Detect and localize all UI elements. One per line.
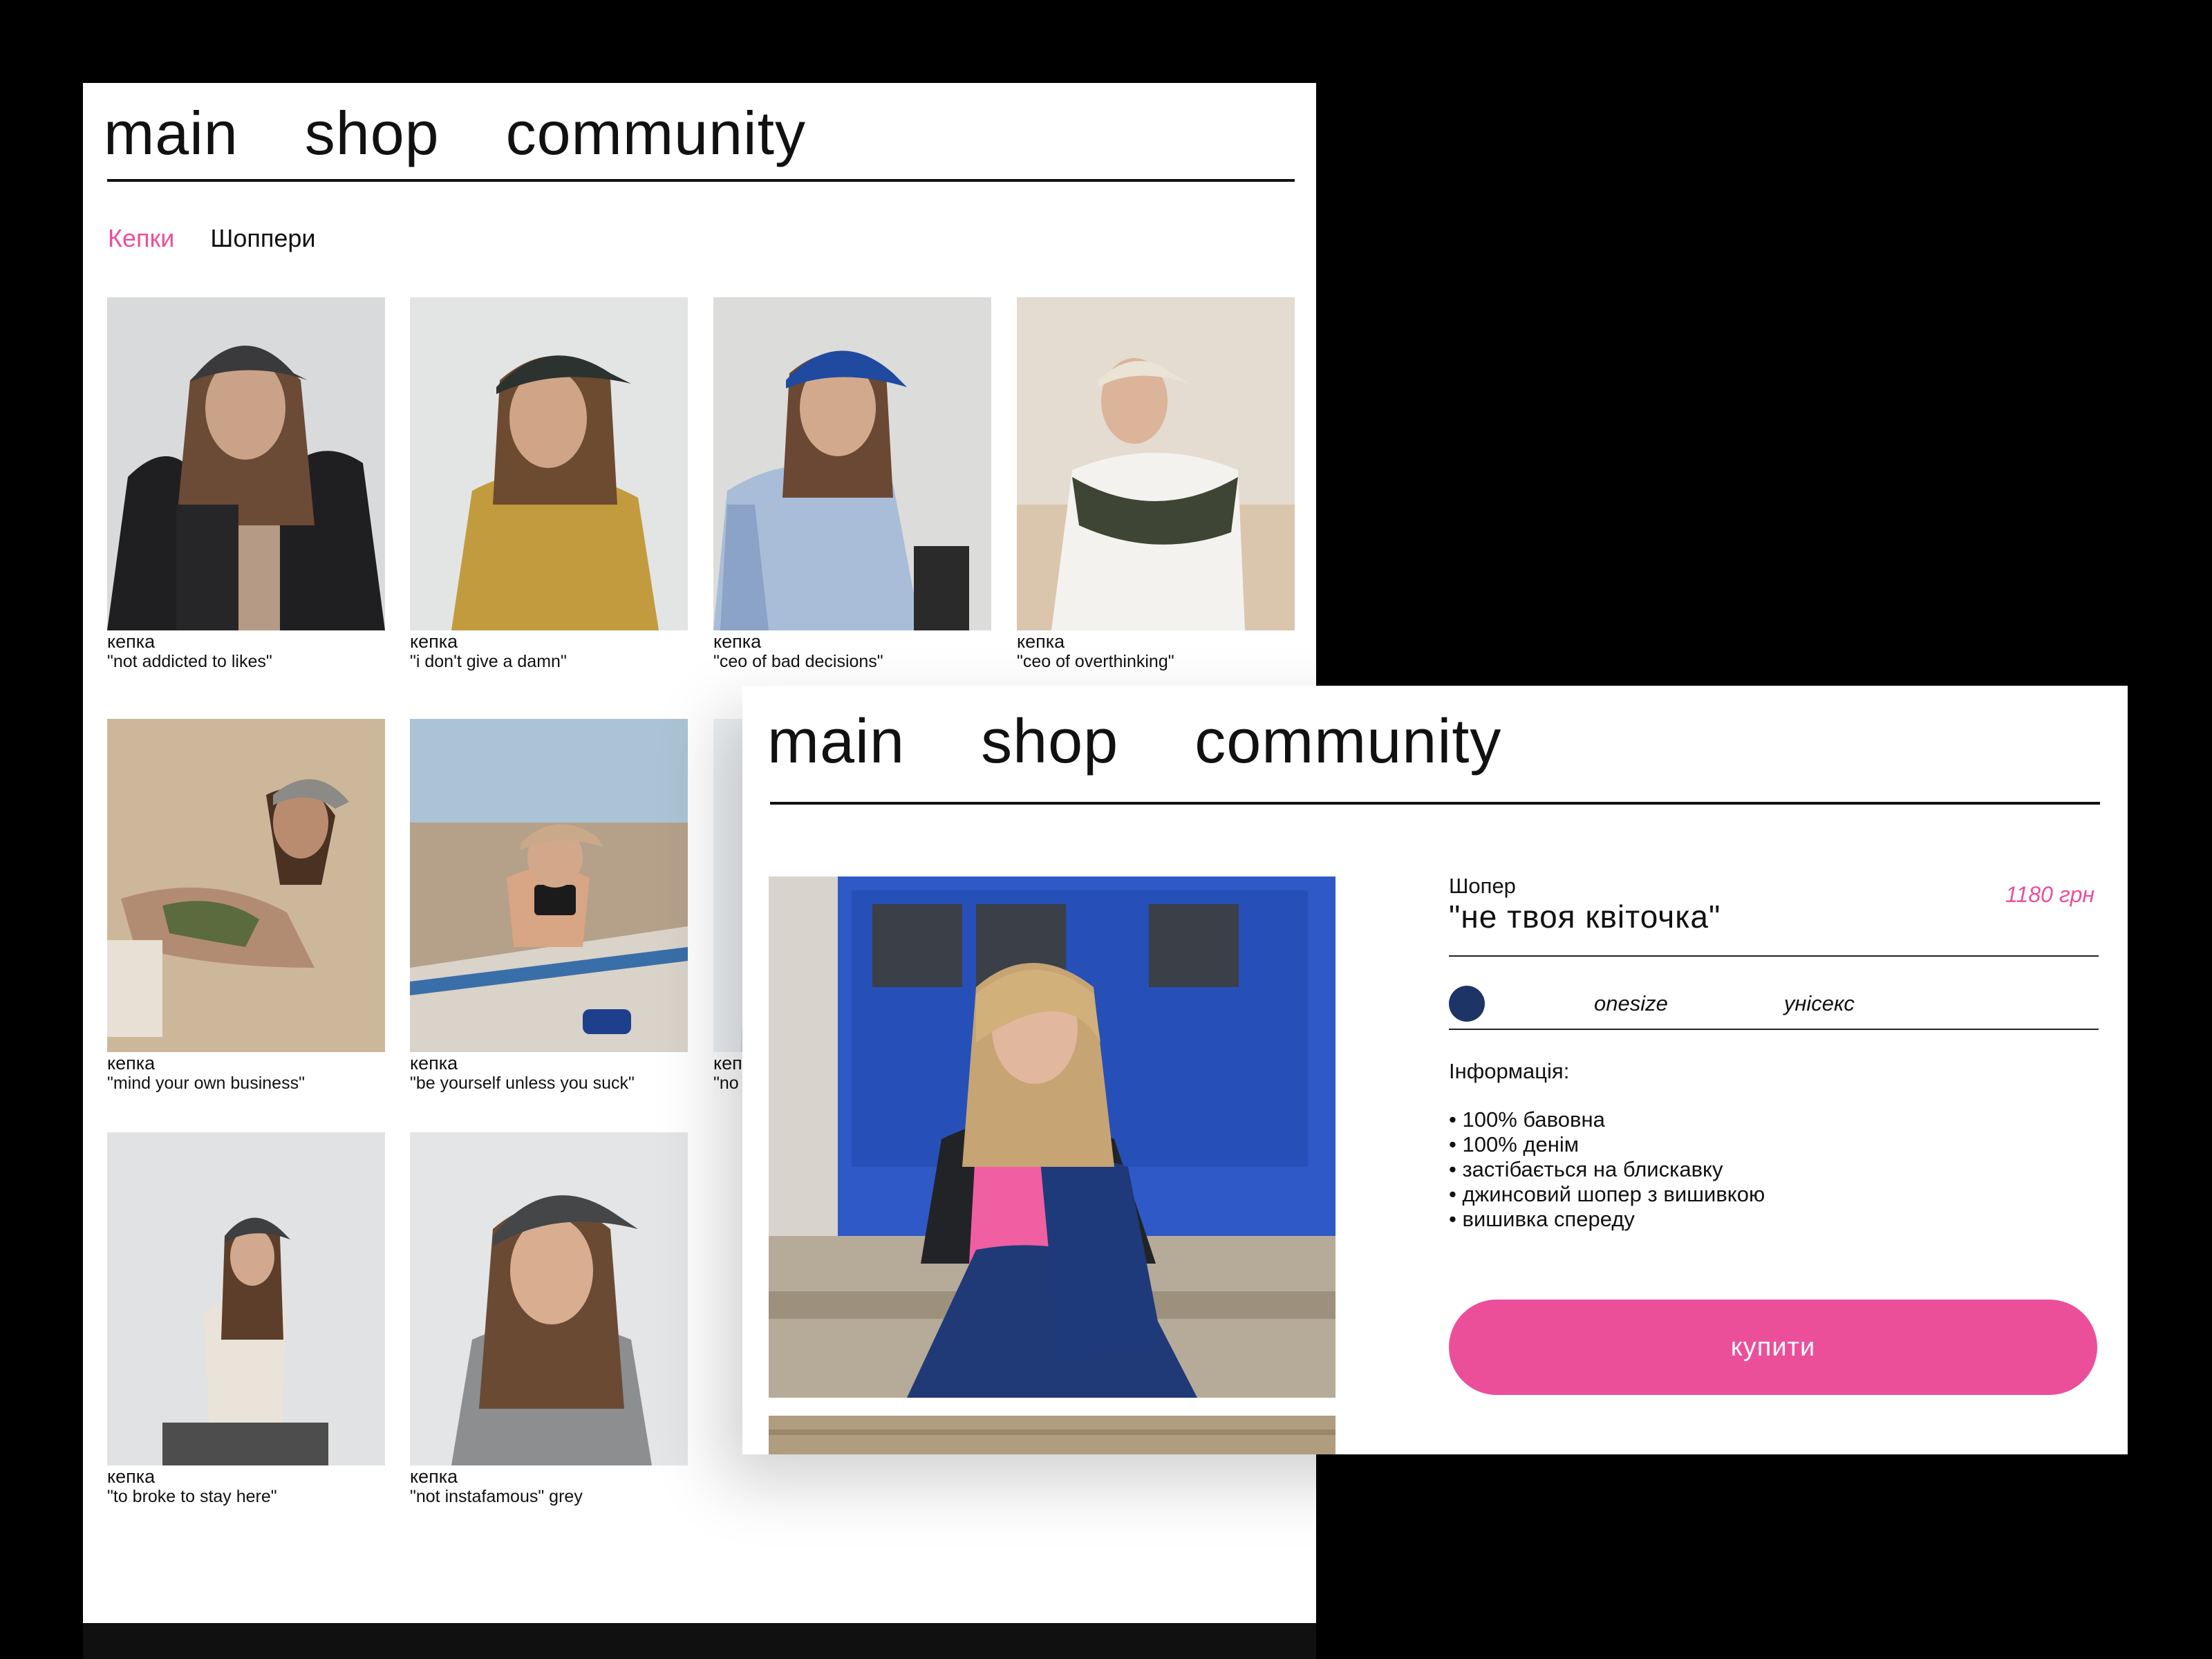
shop-top-nav: main shop community — [104, 98, 872, 188]
product-type: кепка — [107, 631, 156, 652]
details-divider-top — [1449, 955, 2099, 957]
nav-shop[interactable]: shop — [305, 98, 440, 169]
size-option[interactable]: onesize — [1594, 991, 1668, 1016]
product-photo[interactable] — [107, 1132, 385, 1465]
info-item: джинсовий шопер з вишивкою — [1449, 1182, 1765, 1207]
gender-option[interactable]: унісекс — [1784, 991, 1855, 1016]
product-page-window: main shop community Шопер "не твоя квіто… — [742, 686, 2128, 1454]
product-name[interactable]: "ceo of bad decisions" — [713, 651, 991, 672]
product-name[interactable]: "i don't give a damn" — [410, 651, 688, 672]
nav-divider — [107, 179, 1295, 182]
product-photo[interactable] — [410, 719, 688, 1052]
product-type: кепка — [1017, 631, 1065, 652]
details-divider-bottom — [1449, 1029, 2099, 1030]
product-photo[interactable] — [107, 297, 385, 630]
product-card[interactable]: кепка "not instafamous" grey — [410, 1132, 688, 1507]
product-name[interactable]: "be yourself unless you suck" — [410, 1073, 688, 1094]
product-name[interactable]: "ceo of overthinking" — [1017, 651, 1295, 672]
product-options: onesize унісекс — [1449, 971, 2099, 1037]
nav-shop[interactable]: shop — [981, 706, 1118, 778]
info-heading: Інформація: — [1449, 1059, 1570, 1083]
product-type: кепка — [410, 1053, 458, 1074]
category-tabs: Кепки Шоппери — [108, 224, 352, 253]
product-photo[interactable] — [1017, 297, 1295, 630]
nav-divider — [770, 802, 2100, 805]
product-details: Шопер "не твоя квіточка" 1180 грн onesiz… — [1449, 874, 2099, 1395]
info-item: застібається на блискавку — [1449, 1157, 1765, 1182]
nav-main[interactable]: main — [104, 98, 238, 169]
shop-footer — [83, 1623, 1316, 1659]
product-type: кепка — [107, 1466, 156, 1487]
product-type: кепка — [107, 1053, 156, 1074]
product-type: кепка — [410, 1466, 458, 1487]
nav-main[interactable]: main — [767, 706, 905, 778]
product-name[interactable]: "not addicted to likes" — [107, 651, 385, 672]
product-type: кепка — [410, 631, 458, 652]
nav-community[interactable]: community — [1194, 706, 1501, 778]
product-card[interactable]: кепка "ceo of overthinking" — [1017, 297, 1295, 672]
buy-button[interactable]: купити — [1449, 1300, 2097, 1395]
product-card[interactable]: кепка "be yourself unless you suck" — [410, 719, 688, 1094]
info-item: вишивка спереду — [1449, 1207, 1765, 1232]
product-main-photo[interactable] — [769, 877, 1335, 1398]
tab-shoppers[interactable]: Шоппери — [210, 224, 315, 253]
product-price: 1180 грн — [2005, 882, 2094, 907]
product-type: кепка — [713, 631, 762, 652]
product-card[interactable]: кепка "to broke to stay here" — [107, 1132, 385, 1507]
product-photo[interactable] — [410, 1132, 688, 1465]
product-card[interactable]: кепка "i don't give a damn" — [410, 297, 688, 672]
product-top-nav: main shop community — [767, 706, 1577, 796]
product-card[interactable]: кепка "mind your own business" — [107, 719, 385, 1094]
product-secondary-photo[interactable] — [769, 1416, 1335, 1454]
info-list: 100% бавовна 100% денім застібається на … — [1449, 1107, 1765, 1232]
product-name[interactable]: "not instafamous" grey — [410, 1486, 688, 1507]
product-photo[interactable] — [107, 719, 385, 1052]
product-photo[interactable] — [410, 297, 688, 630]
product-photo[interactable] — [713, 297, 991, 630]
product-card[interactable]: кепка "not addicted to likes" — [107, 297, 385, 672]
info-item: 100% денім — [1449, 1132, 1765, 1157]
product-title: "не твоя квіточка" — [1449, 899, 1721, 935]
product-type: Шопер — [1449, 874, 1516, 898]
nav-community[interactable]: community — [506, 98, 806, 169]
product-card[interactable]: кепка "ceo of bad decisions" — [713, 297, 991, 672]
product-name[interactable]: "to broke to stay here" — [107, 1486, 385, 1507]
color-swatch[interactable] — [1449, 986, 1485, 1022]
info-item: 100% бавовна — [1449, 1107, 1765, 1132]
tab-caps[interactable]: Кепки — [108, 224, 174, 253]
product-name[interactable]: "mind your own business" — [107, 1073, 385, 1094]
